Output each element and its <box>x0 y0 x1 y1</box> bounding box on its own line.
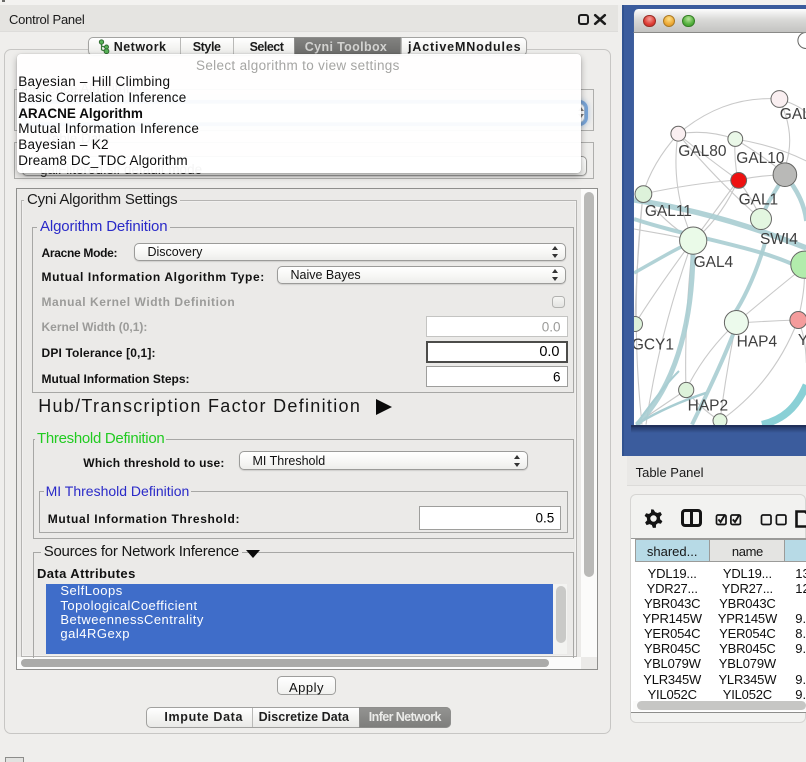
svg-text:GAL4: GAL4 <box>693 254 733 271</box>
svg-text:HAP4: HAP4 <box>736 333 777 350</box>
svg-text:YJ: YJ <box>798 332 806 349</box>
svg-text:GAL80: GAL80 <box>678 143 726 160</box>
svg-text:HAP2: HAP2 <box>687 397 727 414</box>
svg-text:GAL7: GAL7 <box>780 106 806 123</box>
svg-text:GCY1: GCY1 <box>634 336 674 353</box>
svg-text:GAL11: GAL11 <box>645 203 692 220</box>
svg-text:GAL10: GAL10 <box>736 150 784 167</box>
svg-text:GAL1: GAL1 <box>738 191 778 208</box>
svg-text:SWI4: SWI4 <box>760 231 798 248</box>
